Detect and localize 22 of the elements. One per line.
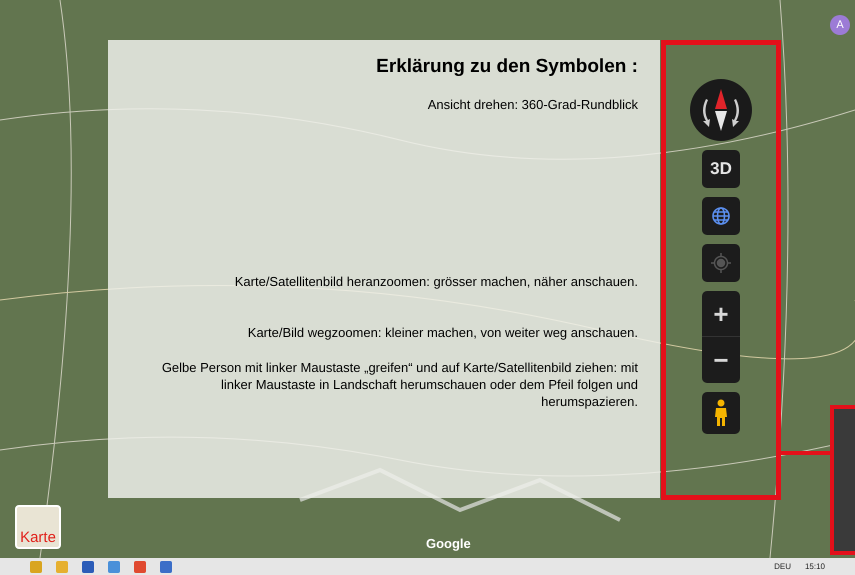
legend-text: Karte/Bild wegzoomen: kleiner machen, von weiter weg anschauen. xyxy=(248,324,638,340)
map-logo: Google xyxy=(426,535,471,553)
zoom-out-button[interactable]: − xyxy=(702,337,740,383)
zoom-in-button[interactable]: + xyxy=(702,291,740,337)
taskbar-app-icon[interactable] xyxy=(108,560,120,572)
language-indicator[interactable]: DEU xyxy=(774,560,791,572)
pegman-button[interactable] xyxy=(702,392,740,434)
taskbar-app-icon[interactable] xyxy=(134,560,146,572)
clock[interactable]: 15:10 xyxy=(804,560,825,572)
taskbar-app-icon[interactable] xyxy=(160,560,172,572)
taskbar-app-icon[interactable] xyxy=(82,560,94,572)
legend-text: Gelbe Person mit linker Maustaste „greifen“ und auf Karte/Satellitenbild ziehen: mit linker Maustaste in Landschaft herumschauen oder dem Pfeil folgen und herumspazieren. xyxy=(160,358,638,410)
person-icon xyxy=(713,399,729,427)
3d-button[interactable]: 3D xyxy=(702,150,740,188)
globe-button[interactable] xyxy=(702,197,740,235)
crosshair-icon xyxy=(710,252,732,274)
legend-text: Ansicht drehen: 360-Grad-Rundblick xyxy=(428,96,638,112)
globe-icon xyxy=(711,206,731,226)
legend-title: Erklärung zu den Symbolen : xyxy=(376,55,638,79)
location-button[interactable] xyxy=(702,244,740,282)
map-type-button[interactable]: Karte xyxy=(15,505,61,549)
legend-text: Karte/Satellitenbild heranzoomen: grösser machen, näher anschauen. xyxy=(234,272,638,290)
